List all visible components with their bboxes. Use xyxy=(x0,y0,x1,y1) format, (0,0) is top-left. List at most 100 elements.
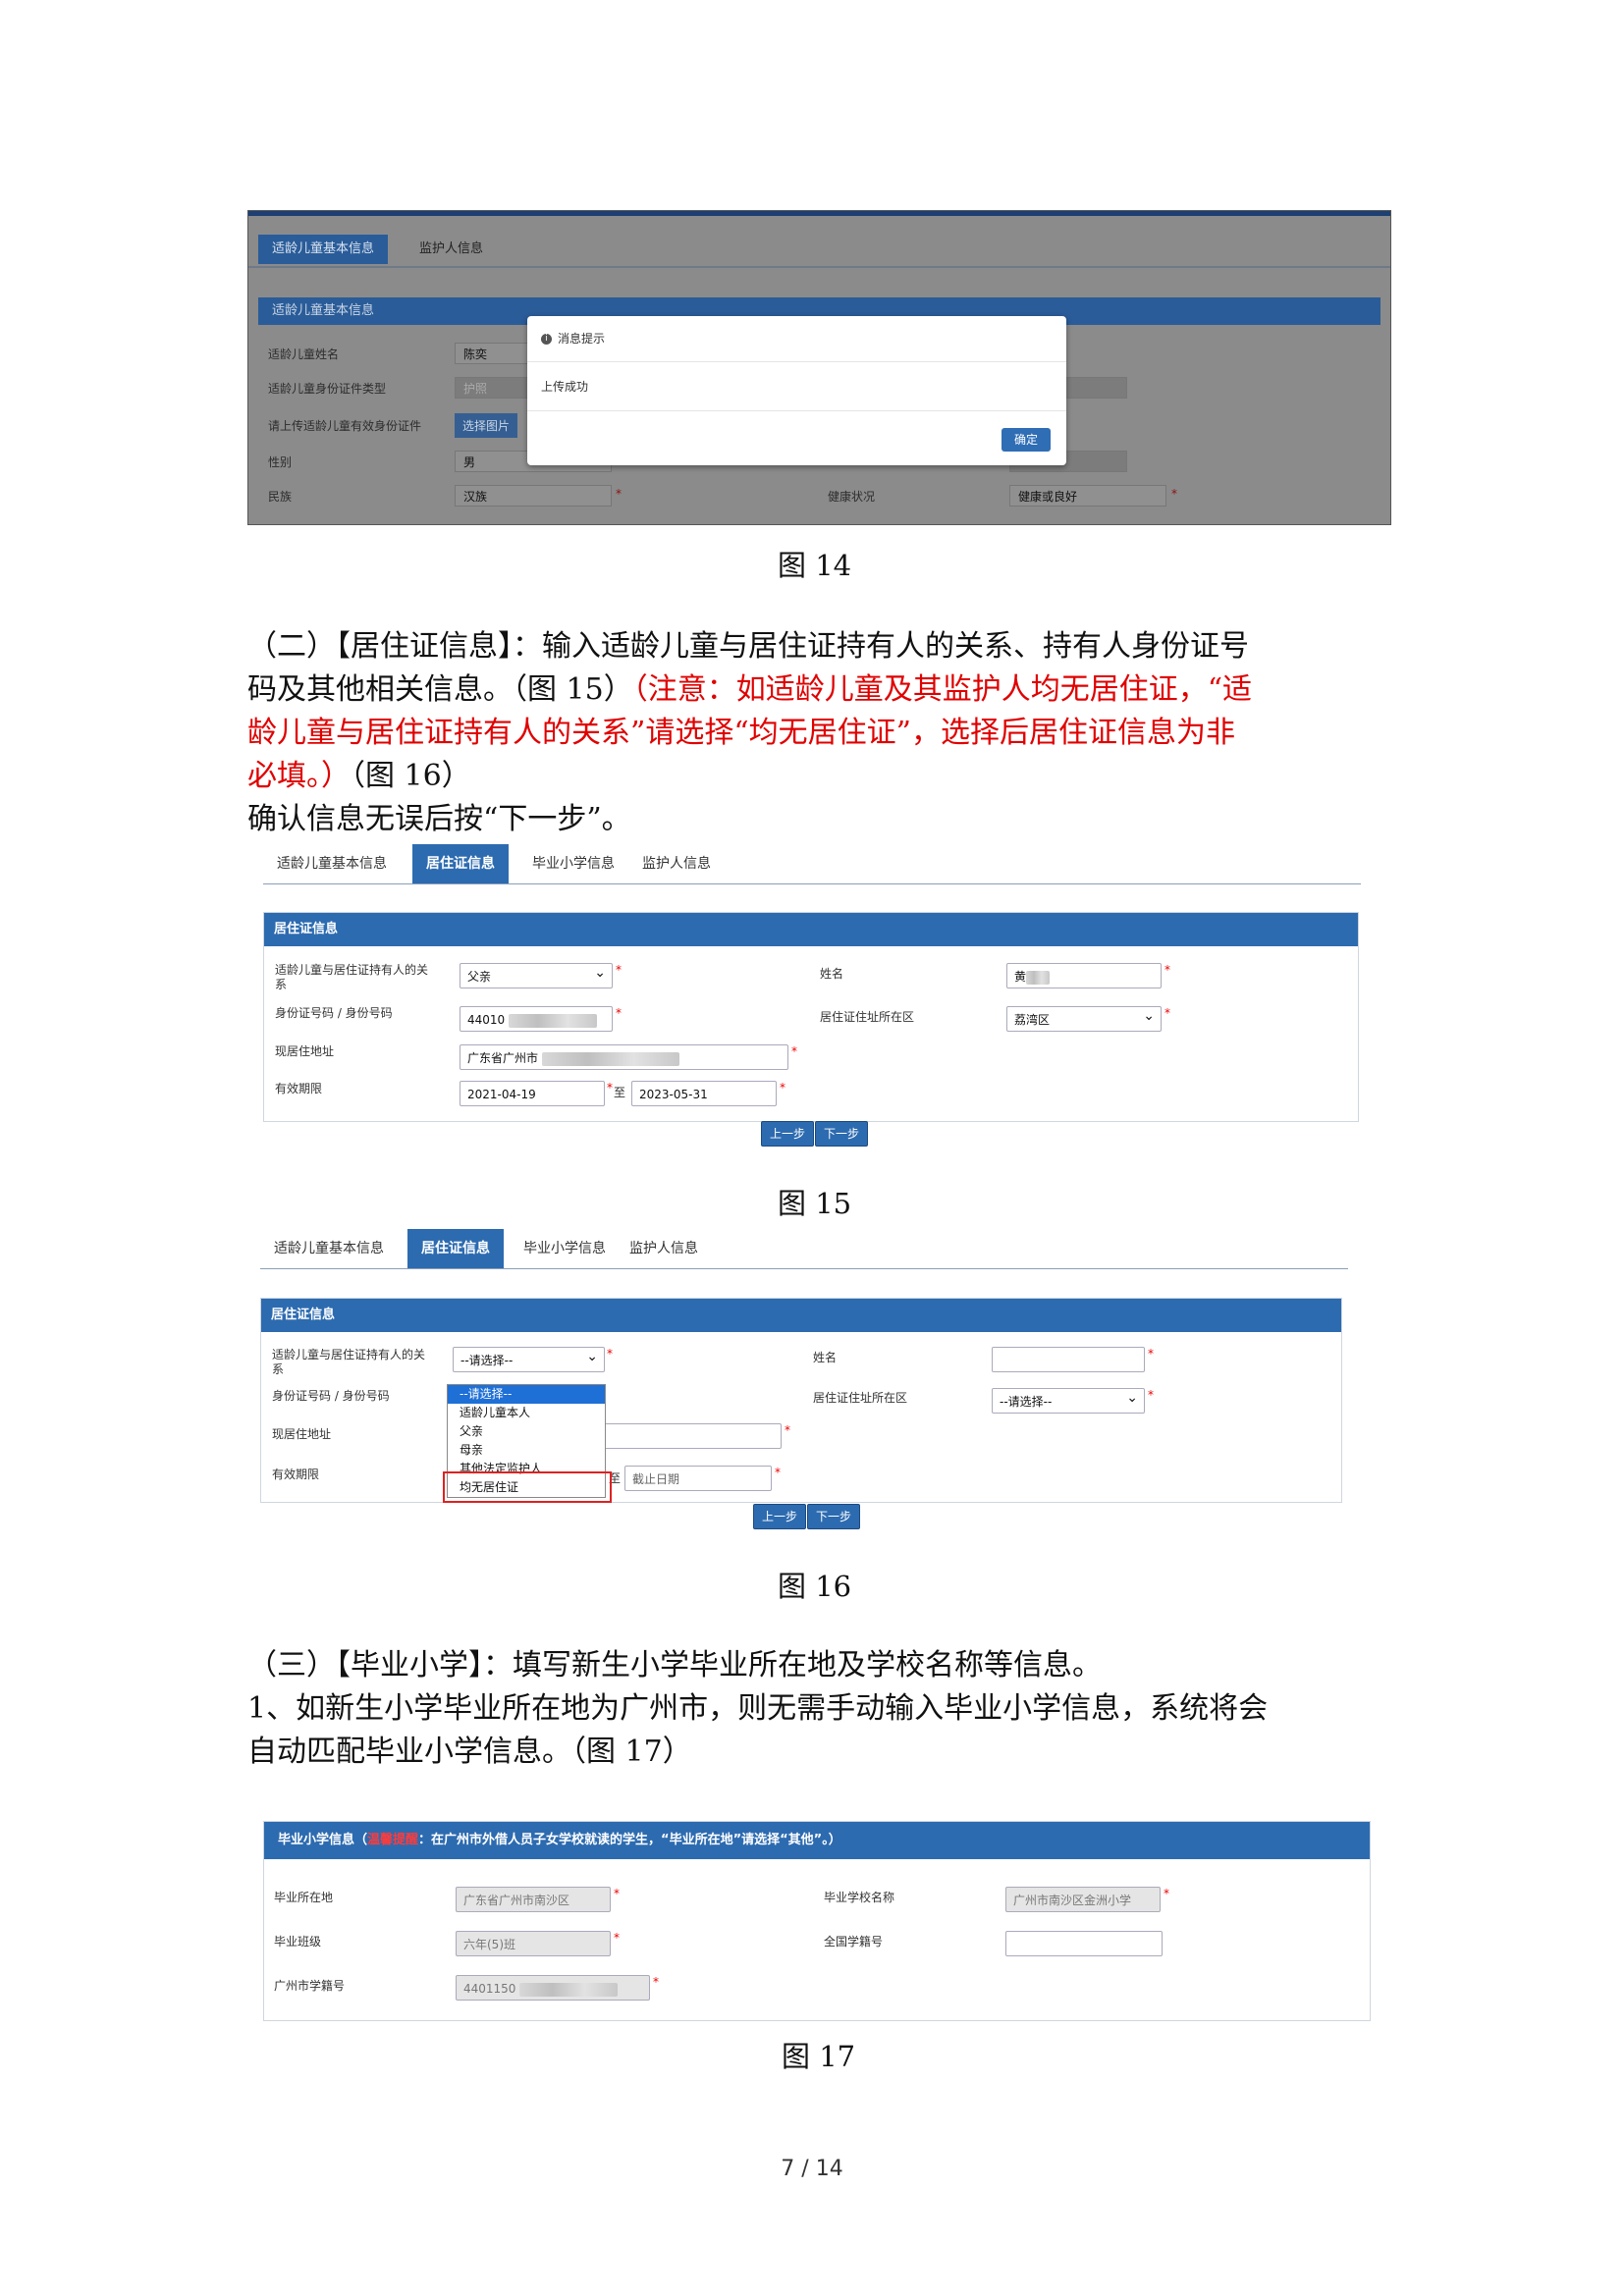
child-name-label: 适龄儿童姓名 xyxy=(268,347,340,361)
relation-label: 适龄儿童与居住证持有人的关系 xyxy=(275,963,429,991)
figure-14-screenshot: 适龄儿童基本信息 监护人信息 适龄儿童基本信息 适龄儿童姓名 陈奕 适龄儿童身份… xyxy=(247,210,1391,525)
address-input[interactable]: 广东省广州市 xyxy=(460,1044,788,1070)
school-name-input: 广州市南沙区金洲小学 xyxy=(1005,1887,1161,1912)
section-2-paragraph: （二）【居住证信息】：输入适龄儿童与居住证持有人的关系、持有人身份证号 码及其他… xyxy=(247,629,1253,836)
required-star: * xyxy=(780,1081,785,1095)
required-star: * xyxy=(607,1347,613,1361)
holder-name-label: 姓名 xyxy=(813,1351,838,1364)
tab-residence-permit[interactable]: 居住证信息 xyxy=(412,844,509,883)
tab-child-basic-info[interactable]: 适龄儿童基本信息 xyxy=(260,1229,398,1268)
tab-guardian-info[interactable]: 监护人信息 xyxy=(406,235,497,264)
class-label: 毕业班级 xyxy=(274,1935,322,1949)
tab-graduation-school[interactable]: 毕业小学信息 xyxy=(518,844,628,883)
dropdown-option[interactable]: --请选择-- xyxy=(448,1385,605,1404)
dialog-title: i 消息提示 xyxy=(541,330,605,347)
next-step-button[interactable]: 下一步 xyxy=(815,1121,869,1147)
required-star: * xyxy=(614,1887,620,1900)
upload-id-label: 请上传适龄儿童有效身份证件 xyxy=(268,419,422,433)
relation-select[interactable]: --请选择-- xyxy=(453,1347,605,1372)
end-date-input[interactable]: 截止日期 xyxy=(624,1466,772,1491)
start-date-input[interactable]: 2021-04-19 xyxy=(460,1081,605,1106)
location-label: 毕业所在地 xyxy=(274,1891,334,1904)
id-number-label: 身份证号码 / 身份号码 xyxy=(272,1389,390,1403)
health-select[interactable]: 健康或良好 xyxy=(1009,485,1166,507)
required-star: * xyxy=(653,1975,659,1989)
tab-graduation-school[interactable]: 毕业小学信息 xyxy=(510,1229,620,1268)
tab-child-basic-info[interactable]: 适龄儿童基本信息 xyxy=(263,844,401,883)
school-name-label: 毕业学校名称 xyxy=(824,1891,895,1904)
validity-label: 有效期限 xyxy=(272,1468,320,1481)
panel-header: 居住证信息 xyxy=(264,913,1358,946)
required-star: * xyxy=(1171,487,1177,501)
figure-17-panel: 毕业小学信息（温馨提醒：在广州市外借人员子女学校就读的学生，“毕业所在地”请选择… xyxy=(263,1821,1371,2021)
panel-header: 居住证信息 xyxy=(261,1299,1341,1332)
tab-guardian-info[interactable]: 监护人信息 xyxy=(616,1229,712,1268)
figure-15-tabs: 适龄儿童基本信息 居住证信息 毕业小学信息 监护人信息 xyxy=(263,844,1361,884)
ethnicity-select[interactable]: 汉族 xyxy=(455,485,612,507)
prev-step-button[interactable]: 上一步 xyxy=(761,1121,815,1147)
figure-16-tabs: 适龄儿童基本信息 居住证信息 毕业小学信息 监护人信息 xyxy=(260,1229,1348,1269)
choose-image-button[interactable]: 选择图片 xyxy=(455,413,518,438)
message-dialog: i 消息提示 上传成功 确定 xyxy=(527,316,1066,465)
required-star: * xyxy=(616,1006,622,1020)
next-step-button[interactable]: 下一步 xyxy=(807,1504,861,1529)
relation-label: 适龄儿童与居住证持有人的关系 xyxy=(272,1348,426,1376)
validity-label: 有效期限 xyxy=(275,1082,323,1095)
figure-15-panel: 居住证信息 适龄儿童与居住证持有人的关系 父亲 * 身份证号码 / 身份号码 4… xyxy=(263,912,1359,1122)
gz-student-id-label: 广州市学籍号 xyxy=(274,1979,346,1993)
district-label: 居住证住址所在区 xyxy=(813,1391,908,1405)
holder-name-input[interactable]: 黄 xyxy=(1006,963,1162,988)
tab-residence-permit[interactable]: 居住证信息 xyxy=(407,1229,504,1268)
national-id-label: 全国学籍号 xyxy=(824,1935,884,1949)
tab-divider xyxy=(248,266,1390,268)
figure-14-caption: 图 14 xyxy=(778,549,852,582)
end-date-input[interactable]: 2023-05-31 xyxy=(631,1081,777,1106)
dropdown-option[interactable]: 母亲 xyxy=(448,1441,605,1460)
required-star: * xyxy=(616,487,622,501)
required-star: * xyxy=(791,1044,797,1058)
id-number-label: 身份证号码 / 身份号码 xyxy=(275,1006,393,1020)
dropdown-option[interactable]: 父亲 xyxy=(448,1422,605,1441)
relation-select[interactable]: 父亲 xyxy=(460,963,613,988)
district-select[interactable]: 荔湾区 xyxy=(1006,1006,1162,1032)
dialog-message: 上传成功 xyxy=(541,380,589,394)
section-3-paragraph: （三）【毕业小学】：填写新生小学毕业所在地及学校名称等信息。 1、如新生小学毕业… xyxy=(247,1648,1269,1769)
id-type-label: 适龄儿童身份证件类型 xyxy=(268,382,387,396)
address-label: 现居住地址 xyxy=(272,1427,332,1441)
national-id-input[interactable] xyxy=(1005,1931,1163,1956)
required-star: * xyxy=(1164,1887,1169,1900)
holder-name-input[interactable] xyxy=(992,1347,1145,1372)
required-star: * xyxy=(1148,1388,1154,1402)
figure-17-caption: 图 17 xyxy=(782,2040,856,2073)
tab-guardian-info[interactable]: 监护人信息 xyxy=(628,844,725,883)
class-input: 六年(5)班 xyxy=(456,1931,611,1956)
gz-student-id-input: 4401150 xyxy=(456,1975,650,2001)
required-star: * xyxy=(785,1423,790,1437)
district-select[interactable]: --请选择-- xyxy=(992,1388,1145,1414)
holder-name-label: 姓名 xyxy=(820,967,844,981)
tab-child-basic-info[interactable]: 适龄儿童基本信息 xyxy=(258,235,389,264)
prev-step-button[interactable]: 上一步 xyxy=(753,1504,807,1529)
required-star: * xyxy=(1164,1006,1170,1020)
address-input[interactable] xyxy=(575,1423,782,1449)
page-number: 7 / 14 xyxy=(781,2157,843,2181)
ethnicity-label: 民族 xyxy=(268,490,293,504)
required-star: * xyxy=(775,1466,781,1479)
required-star: * xyxy=(1148,1347,1154,1361)
to-label: 至 xyxy=(614,1086,626,1099)
required-star: * xyxy=(607,1081,613,1095)
figure-15-caption: 图 15 xyxy=(778,1187,852,1220)
required-star: * xyxy=(616,963,622,977)
figure-16-caption: 图 16 xyxy=(778,1570,852,1603)
panel-header: 毕业小学信息（温馨提醒：在广州市外借人员子女学校就读的学生，“毕业所在地”请选择… xyxy=(264,1822,1370,1859)
confirm-button[interactable]: 确定 xyxy=(1001,428,1051,452)
required-star: * xyxy=(614,1931,620,1945)
dropdown-option[interactable]: 适龄儿童本人 xyxy=(448,1404,605,1422)
id-number-input[interactable]: 44010 xyxy=(460,1006,613,1032)
location-input: 广东省广州市南沙区 xyxy=(456,1887,611,1912)
district-label: 居住证住址所在区 xyxy=(820,1010,915,1024)
top-border xyxy=(248,211,1390,216)
info-icon: i xyxy=(541,334,552,345)
address-label: 现居住地址 xyxy=(275,1044,335,1058)
figure-16-panel: 居住证信息 适龄儿童与居住证持有人的关系 --请选择-- * 身份证号码 / 身… xyxy=(260,1298,1342,1503)
